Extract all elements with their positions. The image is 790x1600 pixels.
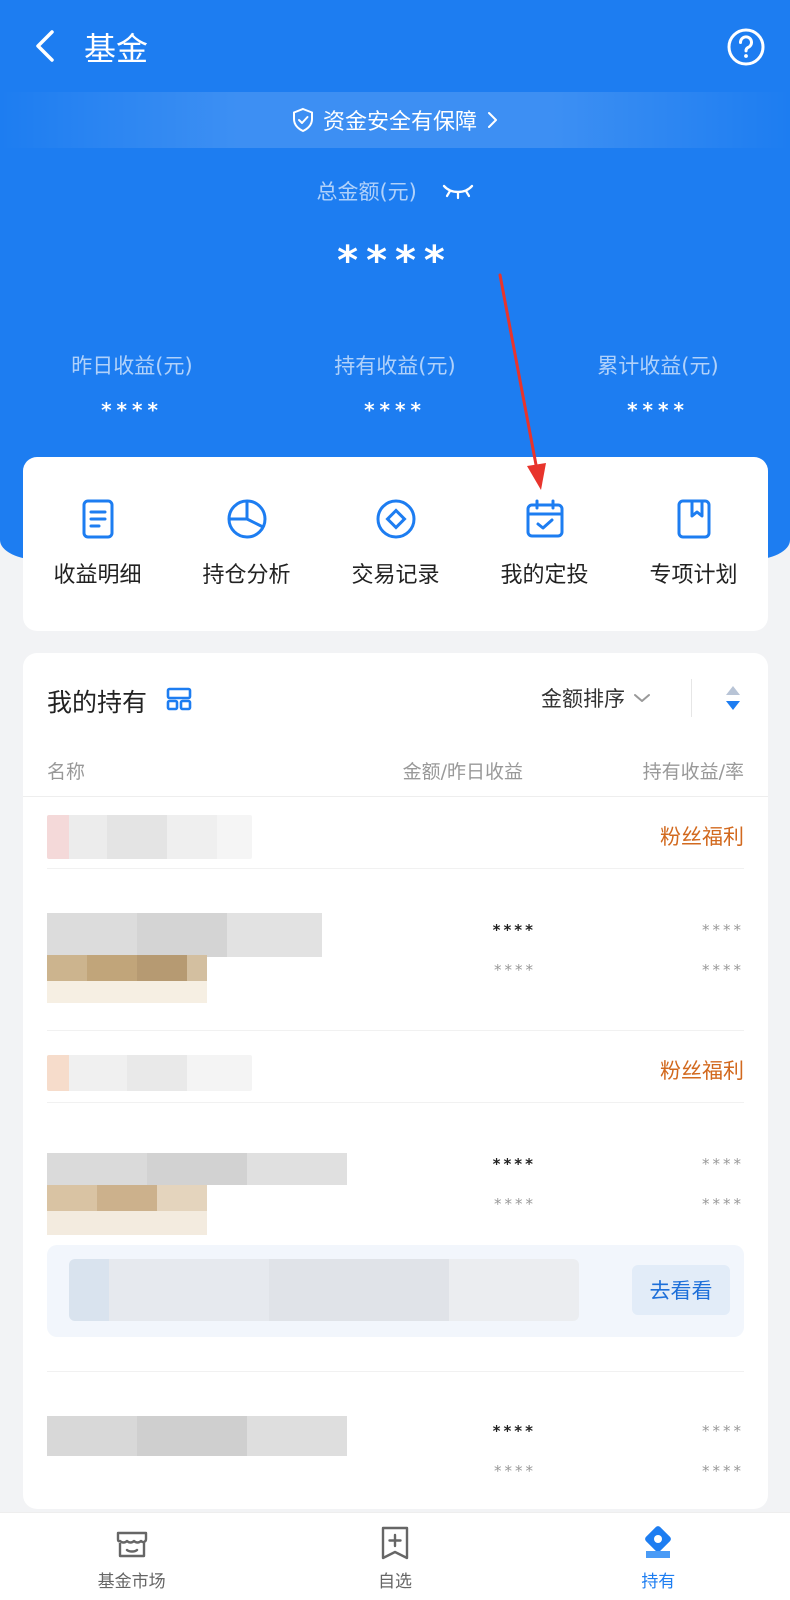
- tab-watchlist[interactable]: 自选: [263, 1513, 526, 1600]
- bottom-tab-bar: 基金市场 自选 持有: [0, 1512, 790, 1600]
- shortcut-position-analysis[interactable]: 持仓分析: [172, 457, 321, 631]
- coin-icon: [376, 499, 415, 539]
- shortcut-special-plan[interactable]: 专项计划: [619, 457, 768, 631]
- redacted-fund-name: [47, 913, 322, 957]
- fund-profit-rate: ****: [702, 1462, 744, 1480]
- fund-group-header: 粉丝福利: [47, 1031, 744, 1103]
- redacted-fund-label: [47, 1211, 207, 1235]
- fund-profit-rate: ****: [702, 1195, 744, 1213]
- security-banner[interactable]: 资金安全有保障: [0, 92, 790, 148]
- stat-label: 昨日收益(元): [71, 354, 193, 378]
- stat-label: 持有收益(元): [334, 354, 456, 378]
- shortcut-label: 持仓分析: [202, 563, 291, 588]
- fund-yesterday-earnings: ****: [494, 961, 536, 979]
- document-icon: [82, 499, 113, 539]
- redacted-promo-text: [69, 1259, 579, 1321]
- fund-holding-profit: ****: [702, 1422, 744, 1440]
- tab-label: 基金市场: [97, 1572, 166, 1592]
- fund-yesterday-earnings: ****: [494, 1462, 536, 1480]
- pie-chart-icon: [227, 499, 266, 539]
- fund-row[interactable]: **** **** **** ****: [47, 869, 744, 1031]
- total-amount-label: 总金额(元): [0, 176, 790, 206]
- chevron-down-icon: [634, 694, 650, 702]
- fund-row[interactable]: **** **** **** ****: [47, 1372, 744, 1509]
- stat-cumulative: 累计收益(元) ****: [526, 350, 790, 422]
- calendar-check-icon: [526, 499, 563, 538]
- fund-amount: ****: [492, 921, 536, 939]
- fund-yesterday-earnings: ****: [494, 1195, 536, 1213]
- fan-benefit-tag[interactable]: 粉丝福利: [660, 1055, 744, 1085]
- redacted-fund-label: [47, 955, 207, 981]
- col-amount: 金额/昨日收益: [402, 761, 523, 783]
- chevron-left-icon[interactable]: [28, 26, 62, 66]
- redacted-company-name: [47, 815, 252, 859]
- stat-value: ****: [364, 398, 426, 422]
- store-icon: [116, 1531, 147, 1558]
- col-name: 名称: [47, 761, 86, 783]
- total-amount-value: ****: [337, 238, 453, 284]
- redacted-fund-name: [47, 1416, 347, 1456]
- fan-benefit-tag[interactable]: 粉丝福利: [660, 821, 744, 851]
- go-see-button[interactable]: 去看看: [632, 1265, 730, 1315]
- tab-label: 持有: [641, 1572, 676, 1592]
- shortcut-card: 收益明细 持仓分析 交易记录 我的定投 专项计划: [23, 457, 768, 631]
- shortcut-transaction-records[interactable]: 交易记录: [321, 457, 470, 631]
- stat-holding: 持有收益(元) ****: [263, 350, 527, 422]
- redacted-fund-label: [47, 1185, 207, 1211]
- shortcut-my-auto-invest[interactable]: 我的定投: [470, 457, 619, 631]
- holdings-header: 我的持有 金额排序: [23, 653, 768, 745]
- fund-amount: ****: [492, 1155, 536, 1173]
- redacted-fund-label: [47, 981, 207, 1003]
- bookmark-book-icon: [677, 499, 710, 539]
- security-banner-text: 资金安全有保障: [322, 110, 477, 135]
- shortcut-label: 我的定投: [500, 563, 589, 588]
- col-profit: 持有收益/率: [642, 761, 744, 783]
- fund-profit-rate: ****: [702, 961, 744, 979]
- redacted-company-name: [47, 1055, 252, 1091]
- page-title: 基金: [84, 30, 149, 68]
- shortcut-label: 交易记录: [351, 563, 440, 588]
- total-label-text: 总金额(元): [316, 180, 417, 204]
- tab-label: 自选: [377, 1572, 412, 1592]
- stat-label: 累计收益(元): [597, 354, 719, 378]
- column-headers: 名称 金额/昨日收益 持有收益/率: [23, 745, 768, 797]
- fund-group-header: 粉丝福利: [47, 797, 744, 869]
- fund-holding-profit: ****: [702, 1155, 744, 1173]
- stat-value: ****: [101, 398, 163, 422]
- header-divider: [691, 679, 692, 717]
- holdings-title: 我的持有: [47, 688, 148, 717]
- stat-value: ****: [627, 398, 689, 422]
- holdings-card: 我的持有 金额排序 名称 金额/昨日收益 持有收益/率 粉丝福利 **** **…: [23, 653, 768, 1509]
- shield-check-icon: [292, 107, 313, 133]
- shortcut-label: 收益明细: [53, 563, 142, 588]
- stat-yesterday: 昨日收益(元) ****: [0, 350, 264, 422]
- add-bookmark-icon: [381, 1526, 409, 1560]
- fund-row[interactable]: **** **** **** **** 去看看: [47, 1103, 744, 1371]
- holdings-icon: [645, 1526, 672, 1558]
- sort-label: 金额排序: [541, 687, 625, 711]
- eye-closed-icon[interactable]: [442, 182, 474, 200]
- shortcut-label: 专项计划: [649, 563, 738, 588]
- tab-holdings[interactable]: 持有: [527, 1513, 790, 1600]
- chevron-right-icon: [488, 112, 497, 128]
- question-circle-icon[interactable]: [726, 27, 766, 67]
- fund-holding-profit: ****: [702, 921, 744, 939]
- grid-layout-icon[interactable]: [166, 686, 192, 712]
- tab-fund-market[interactable]: 基金市场: [0, 1513, 263, 1600]
- sort-order-icon[interactable]: [723, 681, 743, 715]
- shortcut-earnings-detail[interactable]: 收益明细: [23, 457, 172, 631]
- sort-dropdown[interactable]: 金额排序: [541, 681, 651, 715]
- promo-banner: 去看看: [47, 1245, 744, 1337]
- fund-amount: ****: [492, 1422, 536, 1440]
- redacted-fund-name: [47, 1153, 347, 1185]
